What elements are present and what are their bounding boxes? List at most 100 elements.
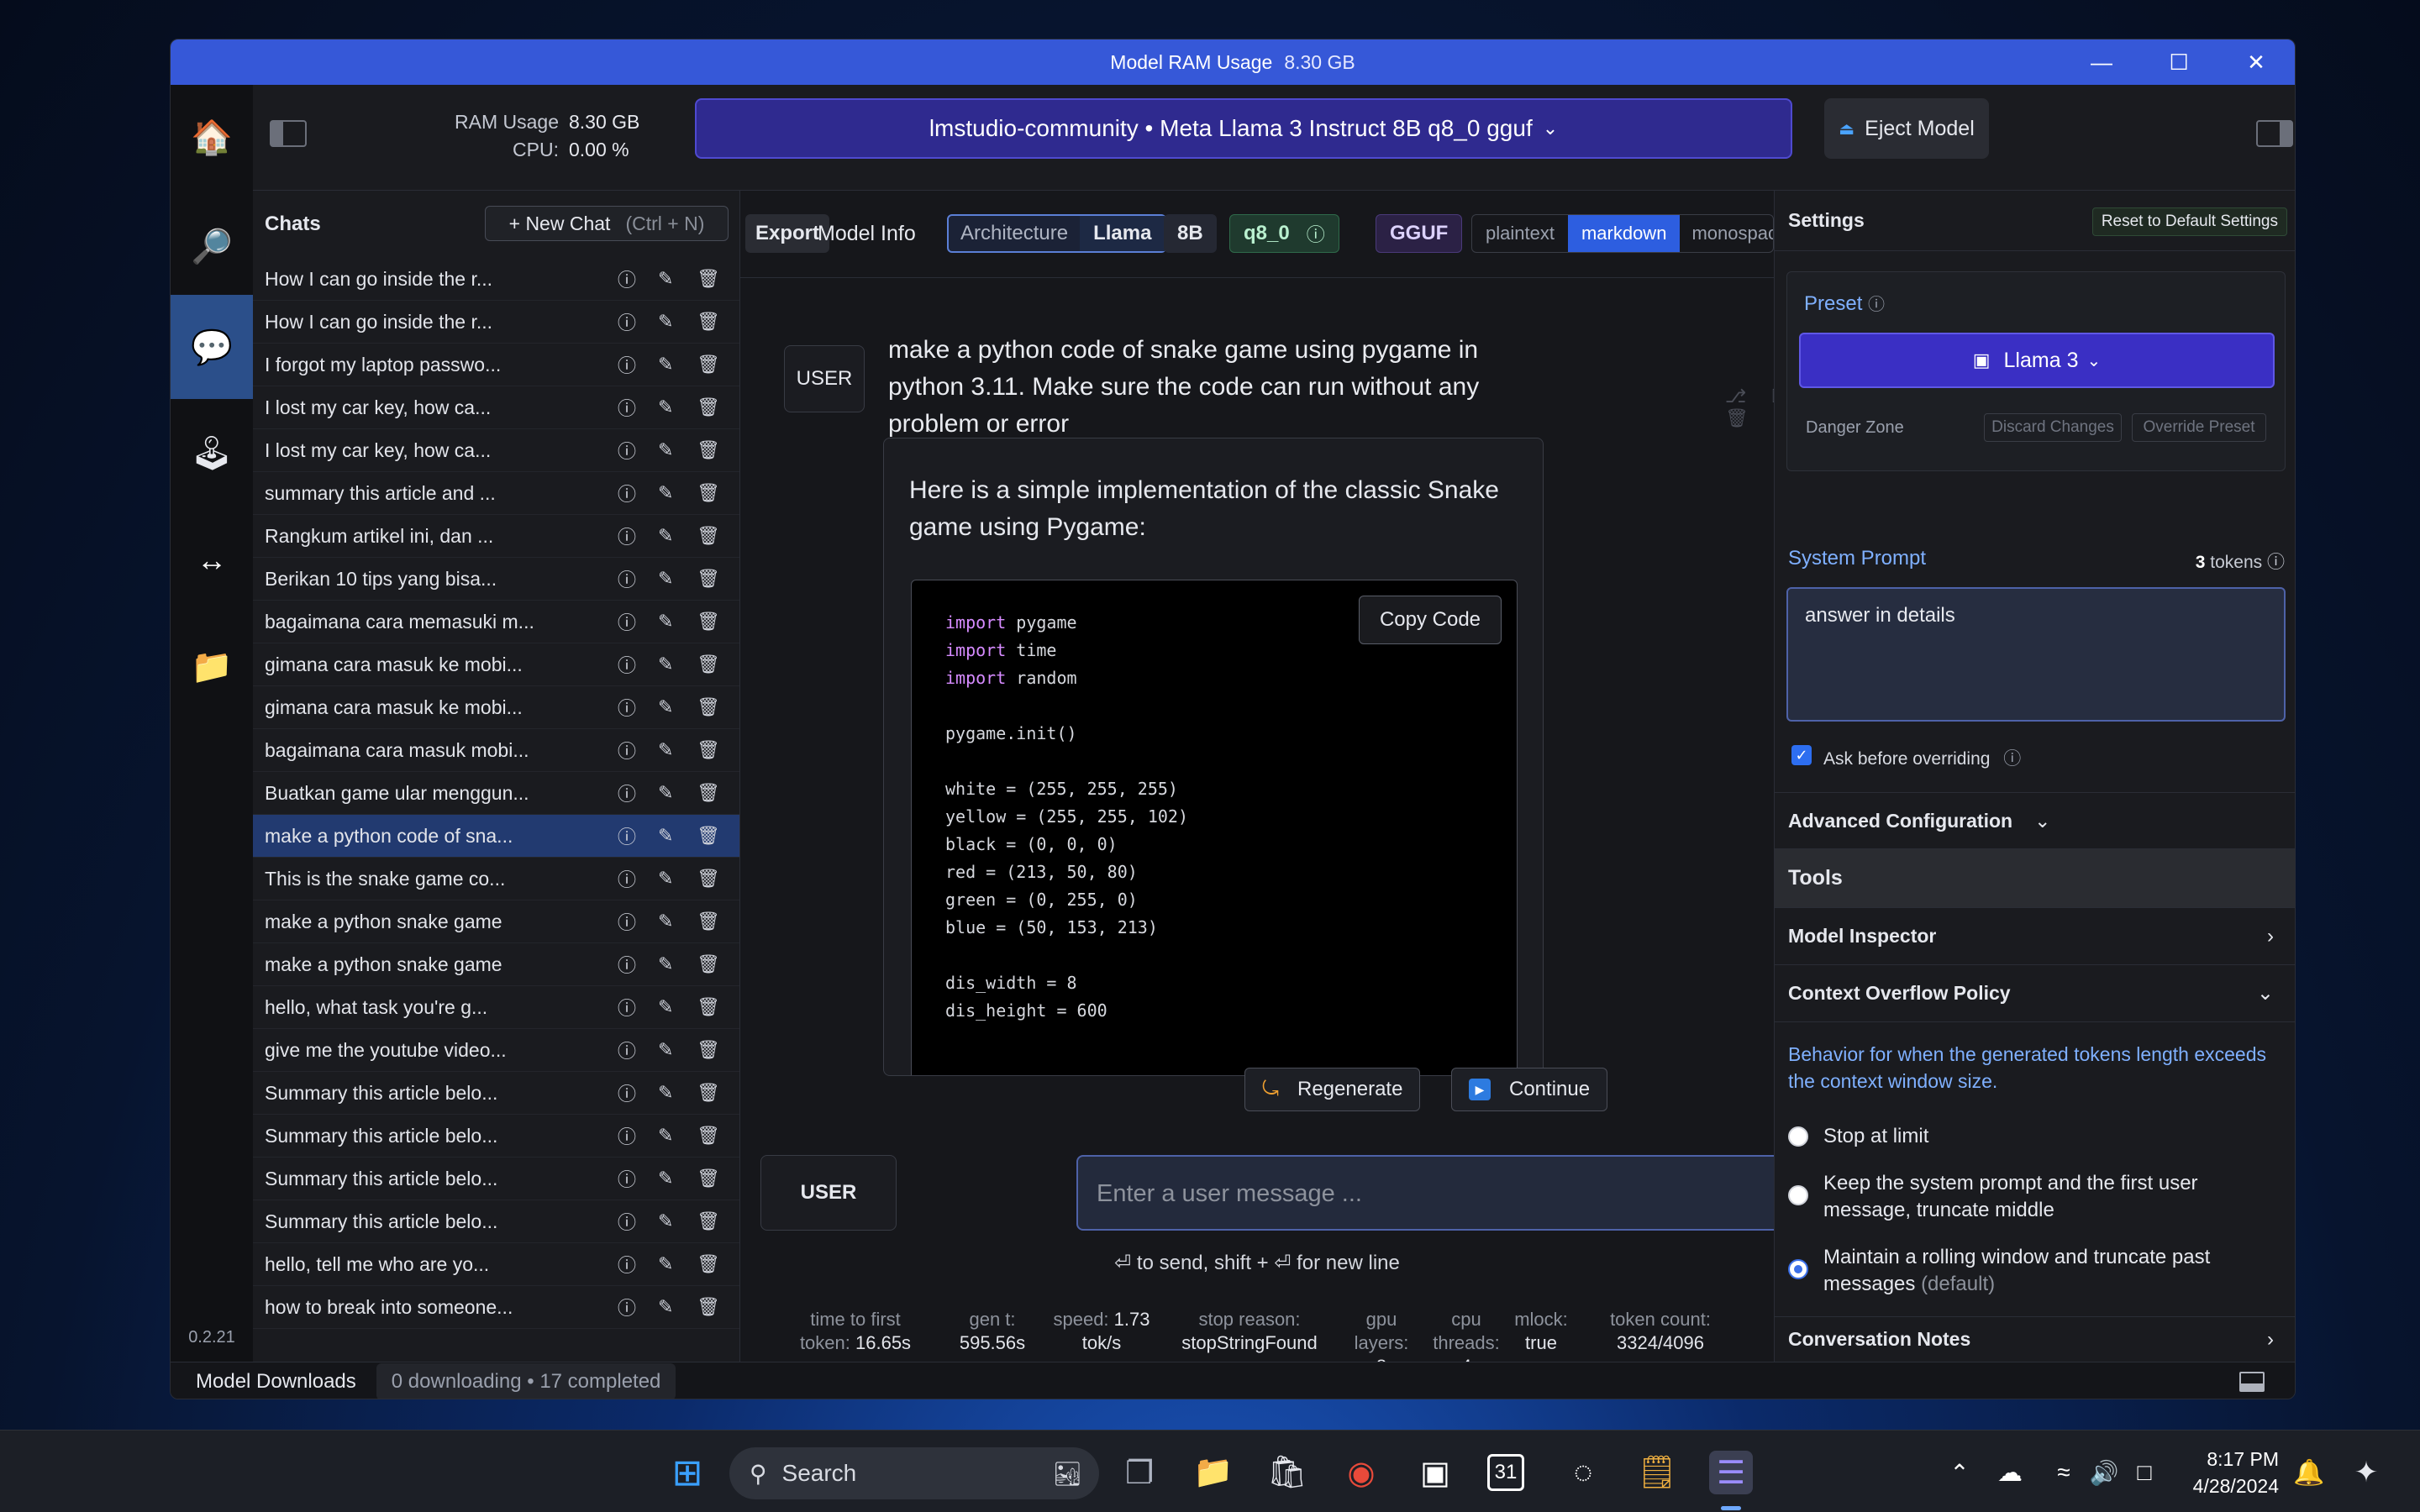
battery-icon[interactable]: □ — [2123, 1451, 2166, 1494]
obs-icon[interactable]: ◌ — [1561, 1451, 1605, 1494]
delete-icon[interactable]: 🗑 — [697, 739, 720, 761]
info-icon[interactable]: ⓘ — [618, 1122, 636, 1149]
info-icon[interactable]: ⓘ — [618, 951, 636, 978]
chat-list-item[interactable]: make a python snake game ⓘ ✎ 🗑 — [253, 900, 739, 943]
info-icon[interactable]: ⓘ — [618, 1251, 636, 1278]
edit-icon[interactable]: ✎ — [658, 439, 673, 461]
chat-list-item[interactable]: bagaimana cara memasuki m... ⓘ ✎ 🗑 — [253, 601, 739, 643]
chat-list-item[interactable]: how to break into someone... ⓘ ✎ 🗑 — [253, 1286, 739, 1329]
chat-list-item[interactable]: give me the youtube video... ⓘ ✎ 🗑 — [253, 1029, 739, 1072]
conversation-notes-toggle[interactable]: Conversation Notes › — [1775, 1316, 2295, 1362]
vivaldi-icon[interactable]: ◉ — [1339, 1451, 1383, 1494]
edit-icon[interactable]: ✎ — [658, 568, 673, 590]
delete-icon[interactable]: 🗑 — [697, 611, 720, 633]
info-icon[interactable]: ⓘ — [618, 1294, 636, 1320]
chat-list-item[interactable]: gimana cara masuk ke mobi... ⓘ ✎ 🗑 — [253, 686, 739, 729]
radio-rolling-window[interactable] — [1788, 1259, 1808, 1279]
info-icon[interactable]: ⓘ — [2267, 553, 2285, 572]
info-icon[interactable]: ⓘ — [618, 1079, 636, 1106]
chat-list-item[interactable]: This is the snake game co... ⓘ ✎ 🗑 — [253, 858, 739, 900]
edit-icon[interactable]: ✎ — [658, 1125, 673, 1147]
model-downloads-button[interactable]: Model Downloads — [196, 1370, 356, 1394]
delete-icon[interactable]: 🗑 — [697, 953, 720, 975]
chat-list-item[interactable]: make a python snake game ⓘ ✎ 🗑 — [253, 943, 739, 986]
info-icon[interactable]: ⓘ — [618, 1037, 636, 1063]
info-icon[interactable]: ⓘ — [1307, 220, 1325, 247]
edit-icon[interactable]: ✎ — [658, 611, 673, 633]
search-models-icon[interactable]: 🔎 — [171, 194, 253, 298]
notes-app-icon[interactable]: 🗒 — [1635, 1451, 1679, 1494]
chat-list-item[interactable]: summary this article and ... ⓘ ✎ 🗑 — [253, 472, 739, 515]
chat-list-item[interactable]: bagaimana cara masuk mobi... ⓘ ✎ 🗑 — [253, 729, 739, 772]
show-hidden-icons-icon[interactable]: ⌃ — [1938, 1451, 1981, 1494]
clock[interactable]: 8:17 PM 4/28/2024 — [2181, 1446, 2279, 1499]
chat-list-item[interactable]: I lost my car key, how ca... ⓘ ✎ 🗑 — [253, 386, 739, 429]
info-icon[interactable]: ⓘ — [618, 265, 636, 292]
delete-icon[interactable]: 🗑 — [697, 1125, 720, 1147]
edit-icon[interactable]: ✎ — [658, 482, 673, 504]
info-icon[interactable]: ⓘ — [618, 351, 636, 378]
edit-icon[interactable]: ✎ — [658, 1296, 673, 1318]
chat-list-item[interactable]: gimana cara masuk ke mobi... ⓘ ✎ 🗑 — [253, 643, 739, 686]
override-preset-button[interactable]: Override Preset — [2132, 413, 2266, 442]
delete-icon[interactable]: 🗑 — [697, 1039, 720, 1061]
edit-icon[interactable]: ✎ — [658, 311, 673, 333]
reset-settings-button[interactable]: Reset to Default Settings — [2091, 207, 2287, 236]
ask-override-checkbox[interactable]: ✓ — [1791, 745, 1812, 765]
info-icon[interactable]: ⓘ — [618, 865, 636, 892]
view-markdown[interactable]: markdown — [1567, 215, 1681, 252]
delete-icon[interactable]: 🗑 — [697, 782, 720, 804]
chat-list-item[interactable]: How I can go inside the r... ⓘ ✎ 🗑 — [253, 301, 739, 344]
radio-keep-system-prompt[interactable] — [1788, 1185, 1808, 1205]
info-icon[interactable]: ⓘ — [618, 780, 636, 806]
info-icon[interactable]: ⓘ — [618, 822, 636, 849]
chat-list-item[interactable]: hello, tell me who are yo... ⓘ ✎ 🗑 — [253, 1243, 739, 1286]
taskbar-search[interactable]: ⚲ Search 🏜 — [729, 1447, 1099, 1499]
info-icon[interactable]: ⓘ — [618, 437, 636, 464]
chat-list-item[interactable]: make a python code of sna... ⓘ ✎ 🗑 — [253, 815, 739, 858]
radio-stop-at-limit[interactable] — [1788, 1126, 1808, 1147]
preset-selector[interactable]: ▣ Llama 3 ⌄ — [1799, 333, 2275, 388]
cloud-icon[interactable]: ☁ — [1988, 1451, 2032, 1494]
delete-icon[interactable]: 🗑 — [697, 996, 720, 1018]
chat-icon[interactable]: 💬 — [171, 295, 253, 399]
task-view-icon[interactable]: ❐ — [1118, 1451, 1161, 1494]
discard-changes-button[interactable]: Discard Changes — [1984, 413, 2122, 442]
info-icon[interactable]: ⓘ — [618, 394, 636, 421]
chat-list-item[interactable]: I forgot my laptop passwo... ⓘ ✎ 🗑 — [253, 344, 739, 386]
view-plaintext[interactable]: plaintext — [1472, 223, 1568, 244]
info-icon[interactable]: ⓘ — [618, 908, 636, 935]
microsoft-store-icon[interactable]: 🛍 — [1265, 1451, 1309, 1494]
edit-icon[interactable]: ✎ — [658, 996, 673, 1018]
info-icon[interactable]: ⓘ — [618, 737, 636, 764]
delete-icon[interactable]: 🗑 — [697, 354, 720, 375]
delete-icon[interactable]: 🗑 — [697, 1082, 720, 1104]
delete-icon[interactable]: 🗑 — [697, 482, 720, 504]
edit-icon[interactable]: ✎ — [658, 739, 673, 761]
notion-icon[interactable]: ▣ — [1413, 1451, 1457, 1494]
volume-icon[interactable]: 🔊 — [2082, 1451, 2126, 1494]
info-icon[interactable]: ⓘ — [618, 651, 636, 678]
info-icon[interactable]: ⓘ — [618, 308, 636, 335]
local-server-icon[interactable]: ↔ — [171, 508, 253, 612]
chat-list-item[interactable]: Berikan 10 tips yang bisa... ⓘ ✎ 🗑 — [253, 558, 739, 601]
info-icon[interactable]: ⓘ — [618, 1208, 636, 1235]
chat-list-item[interactable]: Summary this article belo... ⓘ ✎ 🗑 — [253, 1158, 739, 1200]
chat-list-item[interactable]: Summary this article belo... ⓘ ✎ 🗑 — [253, 1072, 739, 1115]
edit-icon[interactable]: ✎ — [658, 1253, 673, 1275]
maximize-button[interactable]: ☐ — [2140, 39, 2217, 85]
edit-icon[interactable]: ✎ — [658, 825, 673, 847]
continue-button[interactable]: ▶ Continue — [1451, 1068, 1608, 1111]
delete-icon[interactable]: 🗑 — [697, 311, 720, 333]
eject-model-button[interactable]: ⏏ Eject Model — [1824, 98, 1989, 159]
toggle-sidebar-icon[interactable] — [270, 120, 307, 147]
new-chat-button[interactable]: + New Chat (Ctrl + N) — [485, 206, 729, 241]
chat-list-item[interactable]: Summary this article belo... ⓘ ✎ 🗑 — [253, 1200, 739, 1243]
delete-icon[interactable]: 🗑 — [697, 696, 720, 718]
folder-icon[interactable]: 📁 — [171, 614, 253, 718]
info-icon[interactable]: ⓘ — [618, 565, 636, 592]
edit-icon[interactable]: ✎ — [658, 1082, 673, 1104]
delete-icon[interactable]: 🗑 — [697, 1168, 720, 1189]
info-icon[interactable]: ⓘ — [618, 1165, 636, 1192]
model-selector[interactable]: lmstudio-community • Meta Llama 3 Instru… — [695, 98, 1792, 159]
